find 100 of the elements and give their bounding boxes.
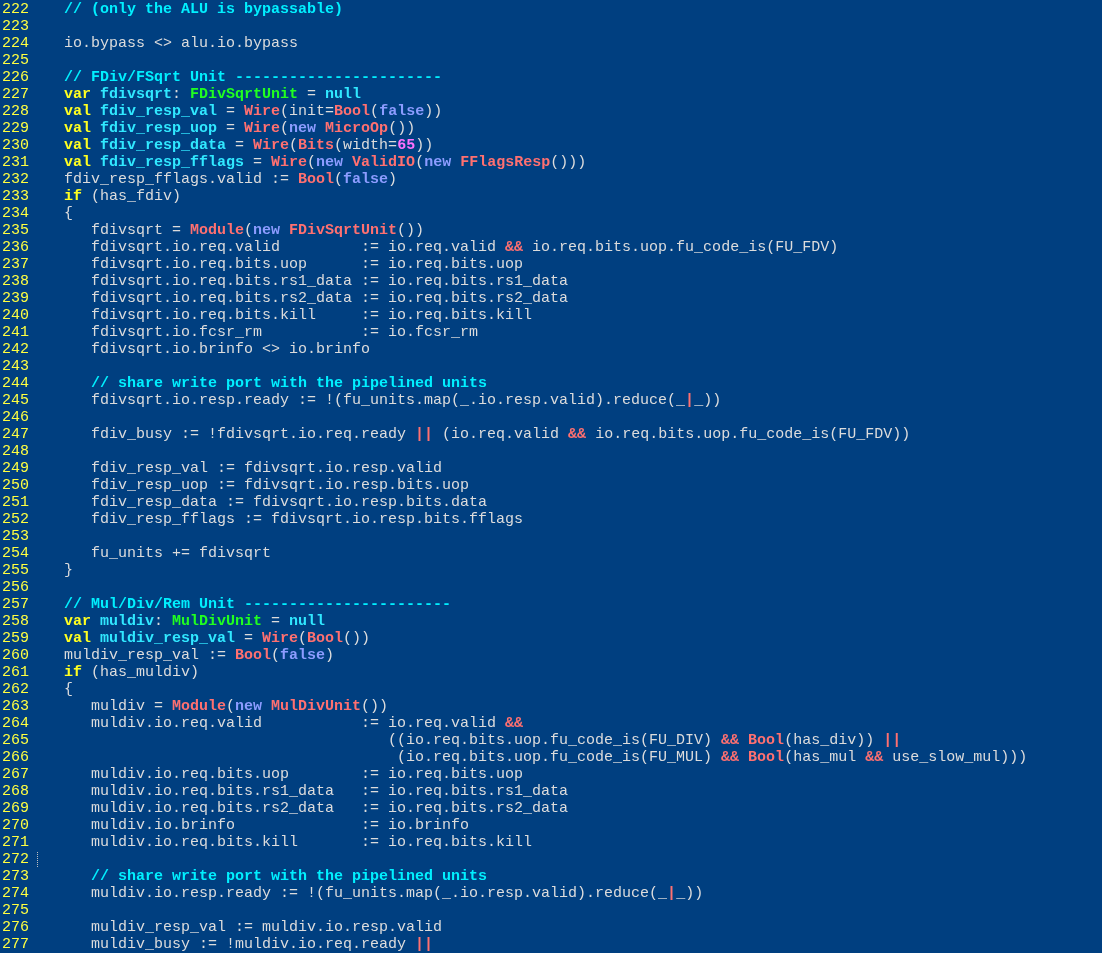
line-number: 266 (2, 749, 29, 766)
line-number: 246 (2, 409, 29, 426)
line-number: 227 (2, 86, 29, 103)
code-line: muldiv.io.req.bits.rs2_data := io.req.bits.rs2_data (90, 800, 569, 817)
code-line: muldiv.io.req.bits.kill := io.req.bits.kill (90, 834, 533, 851)
line-number: 256 (2, 579, 29, 596)
line-number: 235 (2, 222, 29, 239)
line-number: 249 (2, 460, 29, 477)
code-line: if (has_muldiv) (64, 664, 200, 681)
line-number: 245 (2, 392, 29, 409)
code-line: muldiv.io.req.valid := io.req.valid && (90, 715, 524, 732)
code-line: muldiv = Module(new MulDivUnit()) (90, 698, 389, 715)
line-number: 251 (2, 494, 29, 511)
line-number: 228 (2, 103, 29, 120)
line-number: 243 (2, 358, 29, 375)
code-line: fdivsqrt.io.req.bits.rs1_data := io.req.bits.rs1_data (90, 273, 569, 290)
line-number: 272 (2, 851, 29, 868)
line-number: 269 (2, 800, 29, 817)
code-line: muldiv_busy := !muldiv.io.req.ready || (90, 936, 434, 953)
line-number: 232 (2, 171, 29, 188)
code-line: fdivsqrt = Module(new FDivSqrtUnit()) (90, 222, 425, 239)
line-number: 267 (2, 766, 29, 783)
line-number: 238 (2, 273, 29, 290)
code-line: fdiv_resp_fflags.valid := Bool(false) (64, 171, 398, 188)
line-number: 231 (2, 154, 29, 171)
code-line: fdiv_resp_val := fdivsqrt.io.resp.valid (90, 460, 443, 477)
line-number: 273 (2, 868, 29, 885)
code-line: fdivsqrt.io.req.bits.rs2_data := io.req.bits.rs2_data (90, 290, 569, 307)
code-line: fdivsqrt.io.req.bits.kill := io.req.bits.kill (90, 307, 533, 324)
line-number: 276 (2, 919, 29, 936)
code-line: { (64, 205, 73, 222)
code-line: muldiv.io.req.bits.uop := io.req.bits.uop (90, 766, 524, 783)
code-line: // share write port with the pipelined units (90, 868, 488, 885)
code-line: val fdiv_resp_uop = Wire(new MicroOp()) (64, 120, 416, 137)
line-number: 234 (2, 205, 29, 222)
code-line: (io.req.bits.uop.fu_code_is(FU_MUL) && Bool(has_mul && use_slow_mul))) (396, 749, 1028, 766)
line-number: 224 (2, 35, 29, 52)
line-number: 264 (2, 715, 29, 732)
code-line: // FDiv/FSqrt Unit ----------------------- (64, 69, 443, 86)
code-line: fdiv_resp_uop := fdivsqrt.io.resp.bits.uop (90, 477, 470, 494)
line-number: 270 (2, 817, 29, 834)
line-number: 242 (2, 341, 29, 358)
line-number: 252 (2, 511, 29, 528)
line-number: 223 (2, 18, 29, 35)
line-number: 225 (2, 52, 29, 69)
line-number: 244 (2, 375, 29, 392)
line-number: 255 (2, 562, 29, 579)
line-number: 253 (2, 528, 29, 545)
code-line: fu_units += fdivsqrt (90, 545, 272, 562)
code-line: fdivsqrt.io.brinfo <> io.brinfo (90, 341, 371, 358)
code-line: if (has_fdiv) (64, 188, 182, 205)
line-number: 240 (2, 307, 29, 324)
code-line: // (only the ALU is bypassable) (64, 1, 344, 18)
code-line: { (64, 681, 73, 698)
code-line: fdiv_busy := !fdivsqrt.io.req.ready || (io.req.valid && io.req.bits.uop.fu_code_is(FU_FDV)) (90, 426, 911, 443)
code-line: val fdiv_resp_fflags = Wire(new ValidIO(new FFlagsResp())) (64, 154, 587, 171)
line-number: 259 (2, 630, 29, 647)
line-number: 254 (2, 545, 29, 562)
line-number: 265 (2, 732, 29, 749)
code-line: fdiv_resp_fflags := fdivsqrt.io.resp.bits.fflags (90, 511, 524, 528)
line-number: 260 (2, 647, 29, 664)
code-line: fdivsqrt.io.req.bits.uop := io.req.bits.uop (90, 256, 524, 273)
line-number: 258 (2, 613, 29, 630)
line-number: 257 (2, 596, 29, 613)
line-number: 226 (2, 69, 29, 86)
line-number: 277 (2, 936, 29, 953)
line-number: 239 (2, 290, 29, 307)
code-line: val muldiv_resp_val = Wire(Bool()) (64, 630, 371, 647)
code-line: muldiv.io.req.bits.rs1_data := io.req.bits.rs1_data (90, 783, 569, 800)
line-number: 274 (2, 885, 29, 902)
line-number: 262 (2, 681, 29, 698)
code-line: // Mul/Div/Rem Unit ----------------------- (64, 596, 452, 613)
line-number: 222 (2, 1, 29, 18)
line-number: 229 (2, 120, 29, 137)
line-number: 275 (2, 902, 29, 919)
code-line: muldiv.io.resp.ready := !(fu_units.map(_.io.resp.valid).reduce(_|_)) (90, 885, 704, 902)
line-number: 250 (2, 477, 29, 494)
code-line: fdiv_resp_data := fdivsqrt.io.resp.bits.data (90, 494, 488, 511)
line-number: 247 (2, 426, 29, 443)
line-number: 236 (2, 239, 29, 256)
line-number: 271 (2, 834, 29, 851)
code-line: muldiv.io.brinfo := io.brinfo (90, 817, 470, 834)
line-number: 230 (2, 137, 29, 154)
code-line: fdivsqrt.io.fcsr_rm := io.fcsr_rm (90, 324, 479, 341)
code-line: var muldiv: MulDivUnit = null (64, 613, 326, 630)
code-line: fdivsqrt.io.req.valid := io.req.valid && io.req.bits.uop.fu_code_is(FU_FDV) (90, 239, 839, 256)
code-line: val fdiv_resp_val = Wire(init=Bool(false)) (64, 103, 443, 120)
code-line: val fdiv_resp_data = Wire(Bits(width=65)) (64, 137, 434, 154)
code-line: ((io.req.bits.uop.fu_code_is(FU_DIV) && Bool(has_div)) || (387, 732, 902, 749)
line-number: 263 (2, 698, 29, 715)
code-line: io.bypass <> alu.io.bypass (64, 35, 299, 52)
line-number: 261 (2, 664, 29, 681)
code-line: var fdivsqrt: FDivSqrtUnit = null (64, 86, 362, 103)
code-line: muldiv_resp_val := Bool(false) (64, 647, 335, 664)
line-number: 241 (2, 324, 29, 341)
line-number: 248 (2, 443, 29, 460)
code-line: fdivsqrt.io.resp.ready := !(fu_units.map(_.io.resp.valid).reduce(_|_)) (90, 392, 722, 409)
line-number: 237 (2, 256, 29, 273)
code-line: muldiv_resp_val := muldiv.io.resp.valid (90, 919, 443, 936)
code-line: } (64, 562, 73, 579)
